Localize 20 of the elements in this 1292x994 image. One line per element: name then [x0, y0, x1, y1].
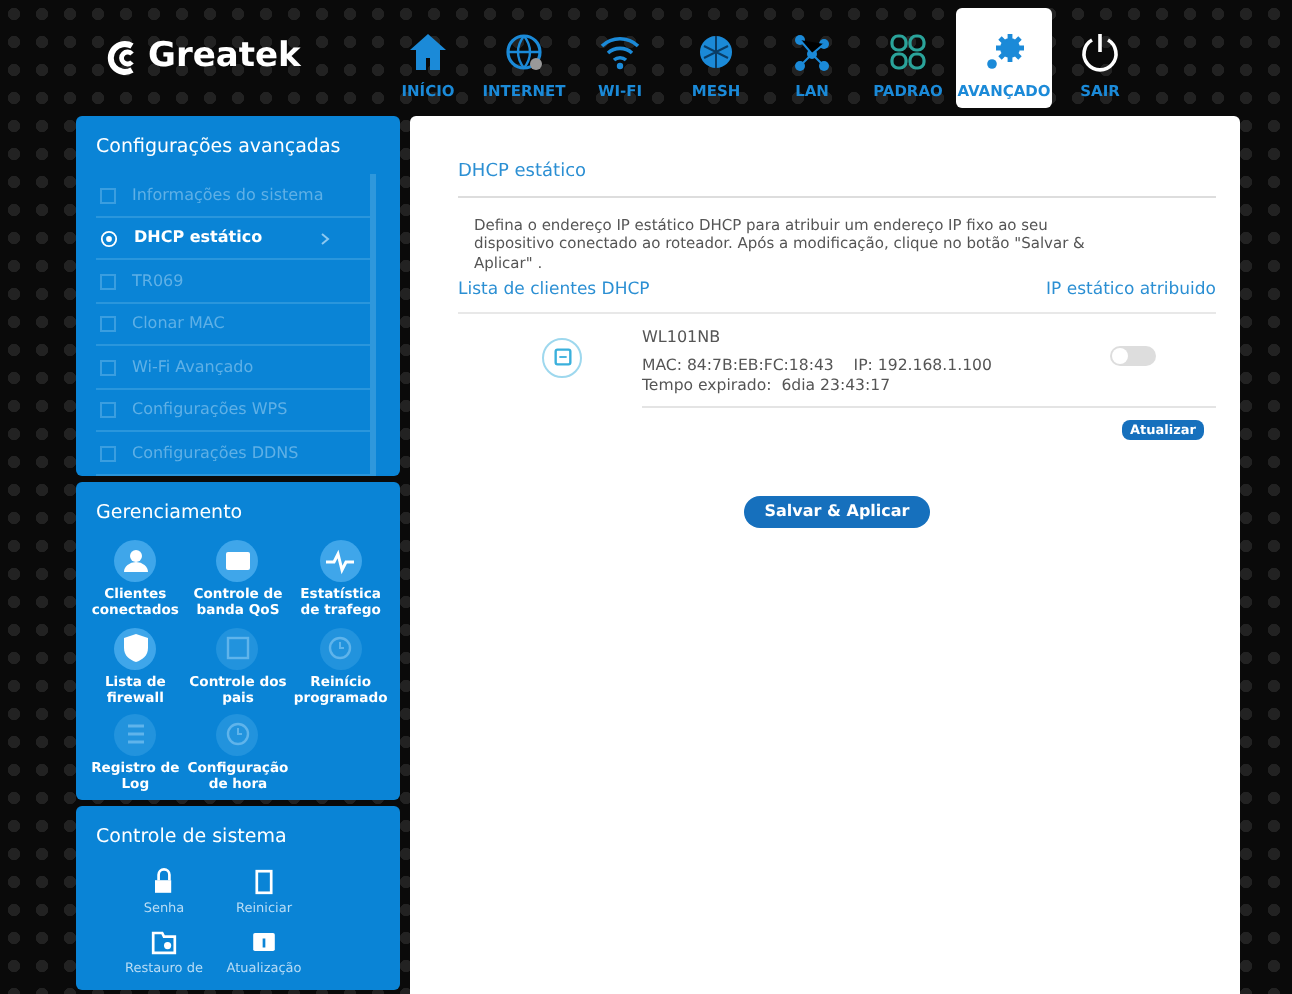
square-icon [100, 402, 116, 418]
chevron-icon [320, 231, 330, 245]
square-icon [100, 273, 116, 289]
client-name: WL101NB [642, 325, 723, 349]
panel-title: Gerenciamento [94, 500, 245, 528]
device-icon [542, 337, 582, 377]
list-title: Lista de clientes DHCP [458, 277, 650, 303]
square-icon [100, 445, 116, 461]
square-icon [100, 187, 116, 203]
square-icon [100, 359, 116, 375]
panel-title: Controle de sistema [94, 824, 289, 853]
square-icon [100, 316, 116, 332]
column-heading: IP estático atribuido [1046, 277, 1216, 303]
panel-title: Configurações avançadas [94, 134, 343, 162]
radio-icon [100, 229, 118, 247]
greatek-logo: Greatek [104, 32, 380, 84]
sidebar-item[interactable]: DHCP estático [96, 217, 370, 261]
section-title: DHCP estático [458, 160, 1216, 197]
save-apply-button[interactable]: Salvar & Aplicar [744, 496, 930, 529]
static-ip-toggle[interactable] [1110, 345, 1156, 365]
